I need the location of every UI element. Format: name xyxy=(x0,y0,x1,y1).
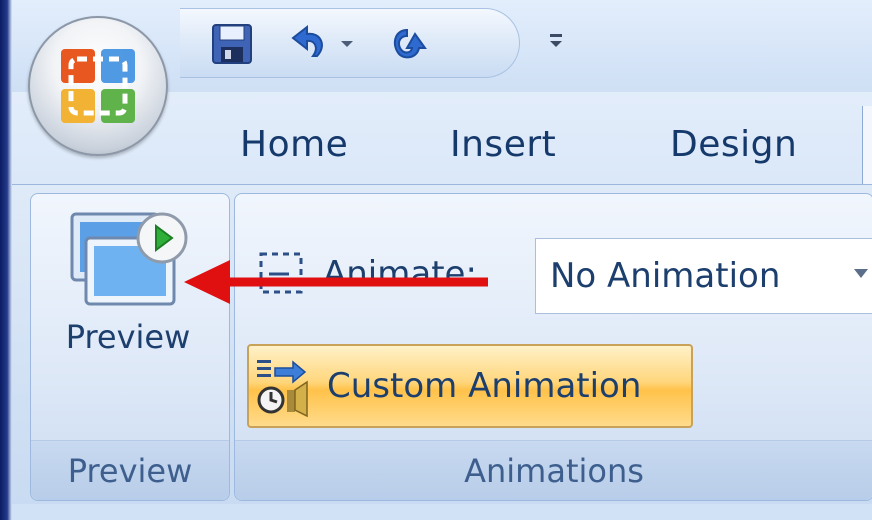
customize-toolbar-icon xyxy=(550,34,562,47)
tab-home[interactable]: Home xyxy=(240,124,348,165)
chevron-down-icon[interactable] xyxy=(854,269,868,278)
powerpoint-window: Home Insert Design Preview Preview Anima… xyxy=(0,0,872,520)
animate-select[interactable]: No Animation xyxy=(535,238,872,314)
annotation-arrow xyxy=(184,260,488,304)
undo-button[interactable] xyxy=(284,19,334,69)
tab-animations-edge[interactable] xyxy=(862,106,872,186)
custom-animation-button[interactable]: Custom Animation xyxy=(247,344,693,428)
preview-button-label: Preview xyxy=(65,318,191,356)
animations-group: Animate: No Animation Custom Animation A… xyxy=(234,193,872,501)
animate-select-value: No Animation xyxy=(550,256,781,296)
preview-group-label: Preview xyxy=(67,451,193,490)
office-logo-icon xyxy=(61,49,135,123)
redo-icon xyxy=(393,28,427,59)
chevron-down-icon xyxy=(341,41,353,47)
undo-dropdown-button[interactable] xyxy=(336,19,358,69)
save-button[interactable] xyxy=(204,19,260,69)
redo-button[interactable] xyxy=(380,19,434,69)
ribbon-body: Preview Preview Animate: No Animation Cu… xyxy=(12,184,872,504)
custom-animation-label: Custom Animation xyxy=(327,366,642,406)
window-left-edge xyxy=(0,0,12,520)
office-button[interactable] xyxy=(28,16,168,156)
preview-slide-icon xyxy=(70,212,188,306)
quick-access-toolbar xyxy=(180,8,520,78)
tab-design[interactable]: Design xyxy=(670,124,797,165)
animations-group-label-bar: Animations xyxy=(235,440,872,500)
preview-group: Preview Preview xyxy=(30,193,230,501)
floppy-disk-icon xyxy=(212,24,252,64)
ribbon-tabs: Home Insert Design xyxy=(200,104,872,184)
custom-animation-icon xyxy=(257,360,308,418)
preview-button[interactable]: Preview xyxy=(43,208,213,418)
animations-group-label: Animations xyxy=(464,451,644,490)
customize-toolbar-button[interactable] xyxy=(540,22,572,58)
preview-group-label-bar: Preview xyxy=(31,440,229,500)
undo-icon xyxy=(291,24,323,57)
tab-insert[interactable]: Insert xyxy=(450,124,556,165)
